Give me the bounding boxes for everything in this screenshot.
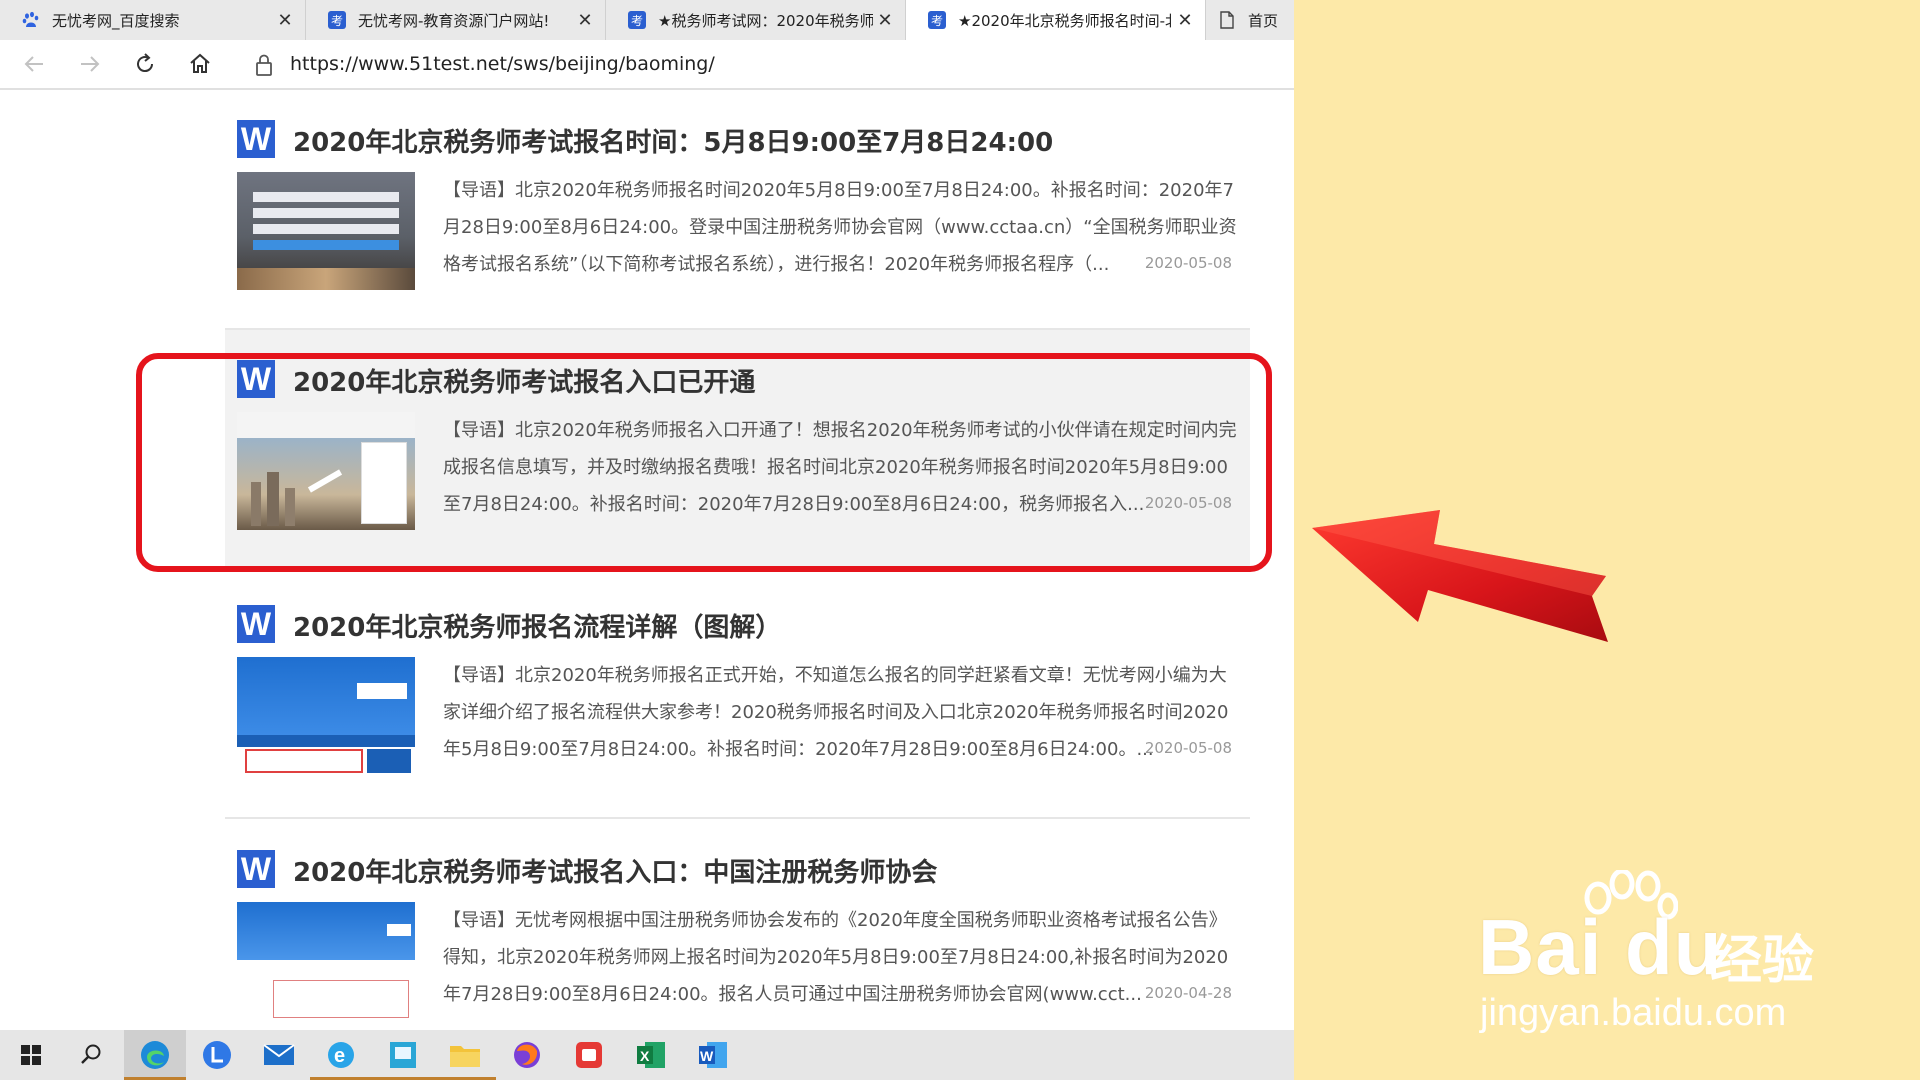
- watermark-brand: Bai du: [1478, 903, 1723, 991]
- browser-window: 无忧考网_百度搜索 ✕ 考 无忧考网-教育资源门户网站! ✕ 考 ★税务师考试网…: [0, 0, 1294, 1030]
- tab-title: ★税务师考试网：2020年税务师: [658, 11, 873, 30]
- word-doc-icon: W: [237, 120, 275, 158]
- edge-icon[interactable]: [124, 1030, 186, 1080]
- svg-text:X: X: [640, 1048, 650, 1064]
- refresh-icon: [137, 53, 154, 73]
- watermark-jingyan: 经验: [1710, 931, 1815, 991]
- article-title[interactable]: 2020年北京税务师报名流程详解（图解）: [293, 607, 781, 644]
- close-icon[interactable]: ✕: [573, 8, 597, 32]
- excel-icon[interactable]: X: [620, 1030, 682, 1080]
- article-date: 2020-04-28: [1144, 984, 1232, 1002]
- screen-recorder-icon[interactable]: [558, 1030, 620, 1080]
- address-bar: https://www.51test.net/sws/beijing/baomi…: [0, 40, 1294, 90]
- home-button[interactable]: [184, 48, 216, 80]
- tab-home[interactable]: 首页: [1206, 0, 1294, 40]
- ie-icon[interactable]: e: [310, 1030, 372, 1080]
- file-explorer-icon[interactable]: [434, 1030, 496, 1080]
- refresh-button[interactable]: [129, 48, 161, 80]
- windows-start-icon[interactable]: [0, 1030, 62, 1080]
- article-date: 2020-05-08: [1144, 739, 1232, 757]
- search-icon[interactable]: [60, 1030, 122, 1080]
- tab-title: 无忧考网-教育资源门户网站!: [358, 11, 550, 30]
- forward-button[interactable]: [74, 48, 106, 80]
- home-icon: [190, 53, 210, 73]
- tab-title: ★2020年北京税务师报名时间-北: [958, 11, 1173, 30]
- tab-51test-home[interactable]: 考 无忧考网-教育资源门户网站! ✕: [306, 0, 606, 40]
- mail-icon[interactable]: [248, 1030, 310, 1080]
- photos-icon[interactable]: [372, 1030, 434, 1080]
- article-title[interactable]: 2020年北京税务师考试报名入口：中国注册税务师协会: [293, 852, 937, 889]
- word-doc-icon: W: [237, 605, 275, 643]
- article-thumbnail[interactable]: [237, 902, 415, 1020]
- back-button[interactable]: [18, 48, 50, 80]
- close-icon[interactable]: ✕: [873, 8, 897, 32]
- article-item[interactable]: W 2020年北京税务师考试报名时间：5月8日9:00至7月8日24:00 【导…: [225, 90, 1250, 330]
- url-field[interactable]: https://www.51test.net/sws/beijing/baomi…: [236, 46, 1286, 82]
- word-doc-icon: W: [237, 850, 275, 888]
- lock-icon: [256, 54, 272, 76]
- article-title[interactable]: 2020年北京税务师考试报名时间：5月8日9:00至7月8日24:00: [293, 122, 1053, 159]
- baidu-paw-icon: [22, 11, 40, 29]
- forward-arrow-icon: [81, 56, 100, 72]
- tab-title: 无忧考网_百度搜索: [52, 11, 180, 30]
- kao-site-icon: 考: [928, 11, 946, 29]
- watermark-url: jingyan.baidu.com: [1480, 992, 1787, 1034]
- red-arrow-icon: [1312, 510, 1608, 642]
- svg-text:e: e: [334, 1045, 345, 1067]
- kao-site-icon: 考: [628, 11, 646, 29]
- baidu-jingyan-watermark: Bai du 经验 jingyan.baidu.com: [1460, 870, 1920, 1050]
- article-date: 2020-05-08: [1144, 254, 1232, 272]
- tab-title: 首页: [1248, 11, 1279, 30]
- divider: [225, 817, 1250, 819]
- close-icon[interactable]: ✕: [1173, 8, 1197, 32]
- tab-baidu-search[interactable]: 无忧考网_百度搜索 ✕: [0, 0, 306, 40]
- page-icon: [1218, 11, 1236, 29]
- article-excerpt: 【导语】无忧考网根据中国注册税务师协会发布的《2020年度全国税务师职业资格考试…: [443, 910, 1229, 1005]
- tab-beijing-registration[interactable]: 考 ★2020年北京税务师报名时间-北 ✕: [906, 0, 1206, 40]
- svg-text:W: W: [700, 1048, 714, 1064]
- close-icon[interactable]: ✕: [273, 8, 297, 32]
- word-icon[interactable]: W: [682, 1030, 744, 1080]
- article-item[interactable]: W 2020年北京税务师考试报名入口：中国注册税务师协会 【导语】无忧考网根据中…: [225, 820, 1250, 1030]
- tab-bar: 无忧考网_百度搜索 ✕ 考 无忧考网-教育资源门户网站! ✕ 考 ★税务师考试网…: [0, 0, 1294, 40]
- tab-tax-exam[interactable]: 考 ★税务师考试网：2020年税务师 ✕: [606, 0, 906, 40]
- article-item[interactable]: W 2020年北京税务师报名流程详解（图解） 【导语】北京2020年税务师报名正…: [225, 575, 1250, 815]
- article-excerpt: 【导语】北京2020年税务师报名正式开始，不知道怎么报名的同学赶紧看文章！无忧考…: [443, 665, 1229, 760]
- firefox-icon[interactable]: [496, 1030, 558, 1080]
- kao-site-icon: 考: [328, 11, 346, 29]
- url-text: https://www.51test.net/sws/beijing/baomi…: [290, 53, 715, 75]
- highlight-box: [136, 353, 1272, 572]
- article-excerpt: 【导语】北京2020年税务师报名时间2020年5月8日9:00至7月8日24:0…: [443, 180, 1237, 275]
- lark-icon[interactable]: [186, 1030, 248, 1080]
- article-thumbnail[interactable]: [237, 657, 415, 775]
- article-thumbnail[interactable]: [237, 172, 415, 290]
- taskbar: e X W: [0, 1030, 1294, 1080]
- back-arrow-icon: [24, 56, 43, 72]
